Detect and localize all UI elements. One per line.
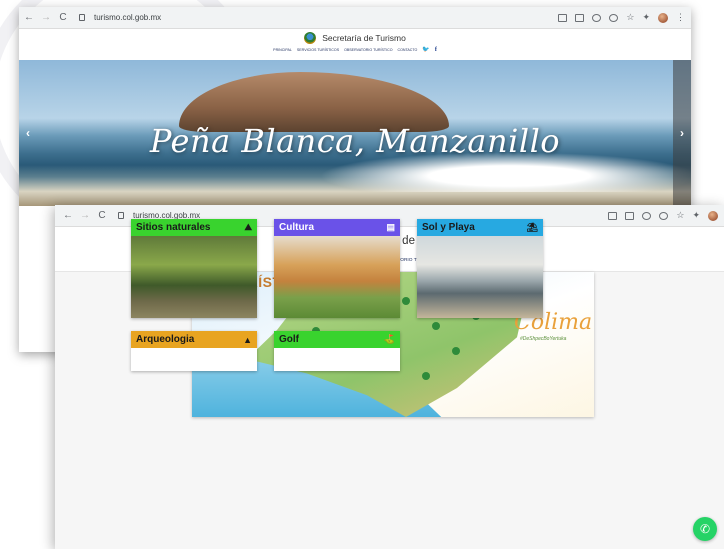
address-bar[interactable]: turismo.col.gob.mx (94, 13, 161, 22)
back-arrow-icon[interactable]: ← (24, 12, 34, 23)
site-header: Secretaría de Turismo PRINCIPAL SERVICIO… (19, 29, 691, 60)
translate-icon[interactable] (592, 13, 602, 22)
category-card-cultura[interactable]: Cultura ▤ (274, 219, 400, 318)
browser-toolbar: ← → C turismo.col.gob.mx ☆ ✦ ⋮ (19, 7, 691, 29)
main-menu: PRINCIPAL SERVICIOS TURÍSTICOS OBSERVATO… (19, 46, 691, 54)
twitter-icon[interactable]: 🐦 (422, 46, 429, 53)
colima-tagline: #DeShpecBoYertuka (520, 336, 567, 342)
card-label: Sitios naturales (136, 222, 211, 233)
reload-icon[interactable]: C (97, 210, 107, 221)
menu-item-contacto[interactable]: CONTACTO (397, 48, 417, 52)
card-header: Golf ⛳ (274, 331, 400, 348)
card-image-surfers (417, 236, 543, 318)
zoom-icon[interactable] (659, 211, 669, 220)
site-brand[interactable]: Secretaría de Turismo (19, 32, 691, 44)
card-image-fountain (274, 236, 400, 318)
carousel-prev-button[interactable]: ‹ (19, 60, 37, 206)
site-title: Secretaría de Turismo (322, 33, 406, 43)
card-header: Cultura ▤ (274, 219, 400, 236)
menu-item-principal[interactable]: PRINCIPAL (273, 48, 292, 52)
reload-icon[interactable]: C (58, 12, 68, 23)
hero-carousel: Peña Blanca, Manzanillo ‹ › (19, 60, 691, 206)
menu-item-servicios[interactable]: SERVICIOS TURÍSTICOS (297, 48, 339, 52)
map-tree-icon (402, 297, 410, 305)
card-header: Sitios naturales ⛰ (131, 219, 257, 236)
category-card-arqueologia[interactable]: Arqueologia ▲ (131, 331, 257, 371)
profile-avatar[interactable] (658, 12, 668, 23)
hero-title: Peña Blanca, Manzanillo (149, 122, 561, 160)
screenshot-stage: ← → C turismo.col.gob.mx ☆ ✦ ⋮ Secretarí… (0, 0, 724, 549)
bookmark-star-icon[interactable]: ☆ (626, 12, 634, 23)
map-tree-icon (422, 372, 430, 380)
profile-avatar[interactable] (708, 210, 718, 221)
category-card-golf[interactable]: Golf ⛳ (274, 331, 400, 371)
lock-icon (79, 14, 85, 21)
back-arrow-icon[interactable]: ← (63, 210, 73, 221)
zoom-icon[interactable] (609, 13, 619, 22)
carousel-next-button[interactable]: › (673, 60, 691, 206)
menu-item-observatorio[interactable]: OBSERVATORIO TURÍSTICO (344, 48, 392, 52)
beach-icon: ⛱ (526, 222, 538, 232)
lock-icon (118, 212, 124, 219)
menu-kebab-icon[interactable]: ⋮ (676, 12, 685, 23)
card-label: Cultura (279, 222, 314, 233)
card-label: Golf (279, 334, 299, 345)
mountain-icon: ⛰ (244, 222, 252, 232)
browser-actions: ☆ ✦ (608, 210, 718, 221)
bookmark-star-icon[interactable]: ☆ (676, 210, 684, 221)
facebook-icon[interactable]: f (435, 47, 437, 53)
cast-icon[interactable] (608, 211, 618, 220)
category-card-sol-y-playa[interactable]: Sol y Playa ⛱ (417, 219, 543, 318)
whatsapp-icon: ✆ (699, 522, 711, 536)
card-label: Arqueologia (136, 334, 195, 345)
golfer-icon: ⛳ (383, 334, 395, 344)
whatsapp-button[interactable]: ✆ (693, 517, 717, 541)
card-header: Arqueologia ▲ (131, 331, 257, 348)
qr-icon[interactable] (625, 211, 635, 220)
book-icon: ▤ (386, 222, 395, 232)
colima-logo-icon (304, 32, 317, 44)
qr-icon[interactable] (575, 13, 585, 22)
extensions-icon[interactable]: ✦ (692, 210, 700, 221)
forward-arrow-icon[interactable]: → (80, 210, 90, 221)
card-label: Sol y Playa (422, 222, 475, 233)
translate-icon[interactable] (642, 211, 652, 220)
forward-arrow-icon[interactable]: → (41, 12, 51, 23)
cast-icon[interactable] (558, 13, 568, 22)
card-header: Sol y Playa ⛱ (417, 219, 543, 236)
category-card-sitios-naturales[interactable]: Sitios naturales ⛰ (131, 219, 257, 318)
map-tree-icon (432, 322, 440, 330)
pyramid-icon: ▲ (243, 334, 252, 345)
extensions-icon[interactable]: ✦ (642, 12, 650, 23)
map-tree-icon (452, 347, 460, 355)
card-image-waterfall (131, 236, 257, 318)
browser-actions: ☆ ✦ ⋮ (558, 12, 685, 23)
